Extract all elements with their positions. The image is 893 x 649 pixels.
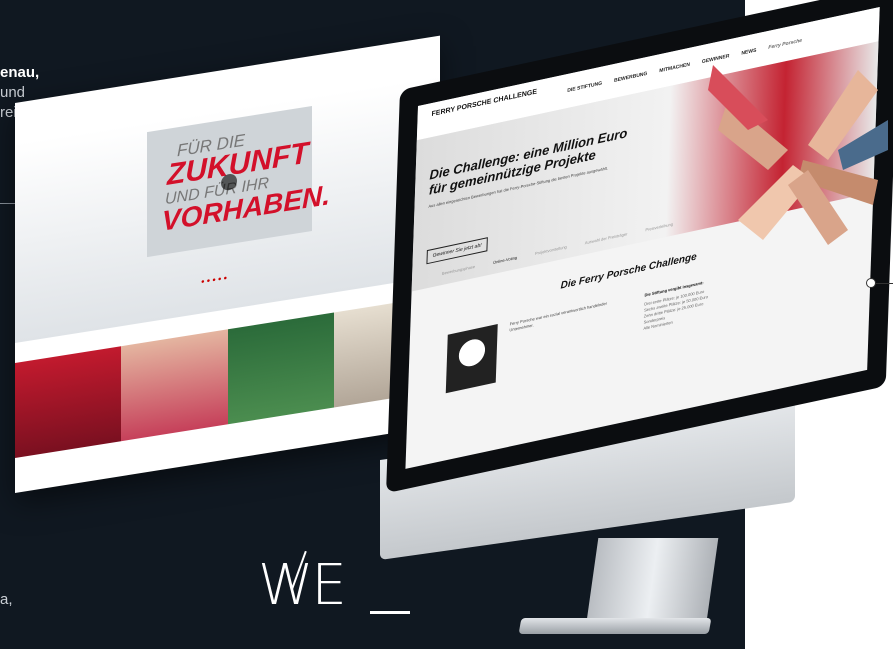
hands-illustration bbox=[708, 65, 888, 245]
nav-item-bewerbung[interactable]: BEWERBUNG bbox=[614, 71, 648, 84]
laptop-site-mock: FÜR DIE ZUKUNFT UND FÜR IHR VORHABEN. ●●… bbox=[15, 35, 440, 493]
video-thumbnail[interactable]: FÜR DIE ZUKUNFT UND FÜR IHR VORHABEN. bbox=[147, 105, 330, 258]
we-logo: WE bbox=[258, 553, 347, 618]
section-body: Ferry Porsche war ein sozial verantwortl… bbox=[509, 300, 608, 333]
photo-1 bbox=[15, 346, 122, 458]
imac-foot bbox=[518, 618, 712, 634]
intro-line-1: enau, bbox=[0, 63, 39, 83]
intro-line-2: und bbox=[0, 84, 26, 101]
photo-2 bbox=[121, 329, 228, 442]
bottom-line: a, bbox=[0, 591, 13, 608]
portrait-image bbox=[445, 324, 498, 394]
connector-dot-right bbox=[866, 278, 876, 288]
nav-item-stiftung[interactable]: DIE STIFTUNG bbox=[567, 81, 602, 94]
nav-item-news[interactable]: NEWS bbox=[741, 47, 756, 56]
nav-item-mitmachen[interactable]: MITMACHEN bbox=[659, 62, 690, 75]
imac-stand bbox=[585, 538, 719, 628]
intro-bold: enau, bbox=[0, 64, 40, 81]
connector-line-right bbox=[876, 283, 893, 284]
logo-dash bbox=[370, 611, 410, 614]
nav-brand-right[interactable]: Ferry Porsche bbox=[768, 38, 802, 51]
hero-button[interactable]: Gewinner Sie jetzt ab! bbox=[426, 237, 488, 265]
photo-3 bbox=[227, 312, 334, 425]
